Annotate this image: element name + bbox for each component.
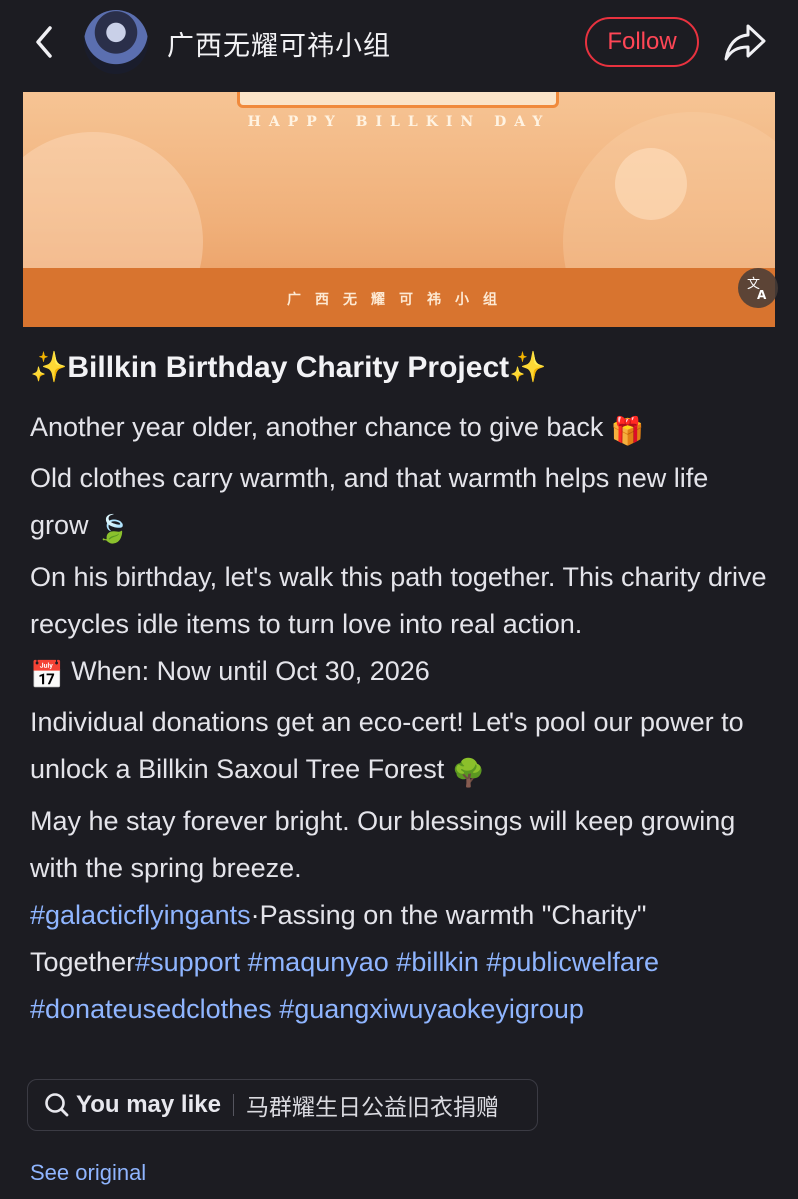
see-original-link[interactable]: See original (30, 1160, 146, 1186)
sparkles-icon: ✨ (509, 351, 547, 384)
translate-icon: 文 A (747, 277, 767, 302)
leaf-icon: 🍃 (96, 514, 130, 545)
decorative-circle (615, 148, 687, 220)
event-date: 📅 When: Now until Oct 30, 2026 (30, 648, 770, 699)
search-icon (45, 1093, 69, 1117)
banner-title-strip (237, 92, 559, 108)
post-body: Another year older, another chance to gi… (30, 404, 770, 1034)
hashtag-link[interactable]: #publicwelfare (486, 947, 659, 977)
hashtag-line: #galacticflyingants·Passing on the warmt… (30, 900, 659, 1025)
body-paragraph: Old clothes carry warmth, and that warmt… (30, 455, 770, 553)
sparkles-icon: ✨ (30, 351, 68, 384)
hashtag-link[interactable]: #maqunyao (248, 947, 389, 977)
you-may-like-label: You may like (76, 1091, 221, 1118)
chevron-left-icon[interactable] (28, 22, 62, 62)
follow-button[interactable]: Follow (585, 17, 699, 67)
banner-band-text: 广西无耀可祎小组 (287, 291, 511, 307)
translate-button[interactable]: 文 A (738, 268, 778, 308)
body-paragraph: Individual donations get an eco-cert! Le… (30, 699, 770, 797)
post-title-text: Billkin Birthday Charity Project (67, 351, 510, 384)
tree-icon: 🌳 (451, 758, 486, 789)
svg-text:A: A (757, 288, 767, 302)
hashtag-link[interactable]: #donateusedclothes (30, 994, 272, 1024)
top-bar: 广西无耀可祎小组 Follow (0, 0, 798, 92)
calendar-icon: 📅 (30, 660, 64, 691)
body-paragraph: Another year older, another chance to gi… (30, 404, 770, 455)
body-paragraph: On his birthday, let's walk this path to… (30, 561, 767, 639)
avatar[interactable] (84, 10, 148, 74)
hashtag-link[interactable]: #galacticflyingants (30, 900, 251, 930)
body-paragraph: May he stay forever bright. Our blessing… (30, 805, 736, 883)
divider (232, 1094, 234, 1116)
post-title: ✨Billkin Birthday Charity Project✨ (30, 350, 547, 385)
hashtag-link[interactable]: #guangxiwuyaokeyigroup (279, 994, 584, 1024)
share-icon[interactable] (722, 20, 768, 64)
hashtag-link[interactable]: #support (135, 947, 240, 977)
post-image[interactable]: HAPPY BILLKIN DAY 广西无耀可祎小组 (23, 92, 775, 327)
gift-icon: 🎁 (610, 416, 645, 446)
suggested-query: 马群耀生日公益旧衣捐赠 (245, 1094, 499, 1120)
group-name[interactable]: 广西无耀可祎小组 (167, 24, 391, 63)
you-may-like-search[interactable]: You may like 马群耀生日公益旧衣捐赠 (27, 1079, 538, 1131)
hashtag-link[interactable]: #billkin (396, 947, 479, 977)
banner-subtitle: HAPPY BILLKIN DAY (247, 114, 551, 130)
